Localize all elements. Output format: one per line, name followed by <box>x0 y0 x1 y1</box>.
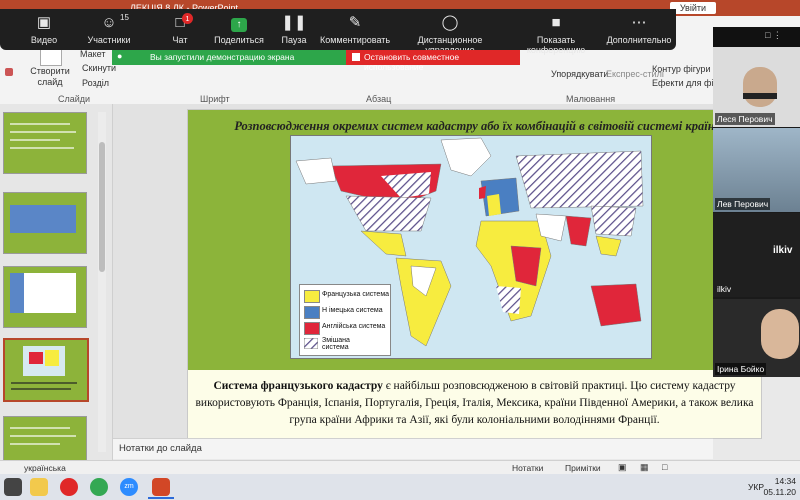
group-slides-label: Слайди <box>58 94 91 104</box>
keyboard-language[interactable]: УКР <box>748 482 764 492</box>
chat-button[interactable]: □ 1 Чат <box>160 11 200 45</box>
participant-face <box>743 67 777 107</box>
remote-control-button[interactable]: ◯ Дистанционное управление <box>394 11 506 55</box>
participants-button[interactable]: ☺ 15 Участники <box>84 11 134 45</box>
show-meeting-button[interactable]: ■ Показать конференцию <box>510 11 602 55</box>
world-map-image: Французька система Н імецька система Анг… <box>290 135 652 359</box>
map-legend: Французька система Н імецька система Анг… <box>299 284 391 356</box>
participants-video-panel: □ ⋮ Леся Перович Лев Перович ilkiv ilkiv… <box>713 27 800 377</box>
slide-thumbnail[interactable] <box>3 266 87 328</box>
layout-button[interactable]: Макет <box>80 49 105 59</box>
glasses <box>743 93 777 99</box>
slide-thumbnail-selected[interactable] <box>3 338 89 402</box>
view-reading-icon[interactable]: □ <box>662 462 667 472</box>
powerpoint-app-icon[interactable] <box>152 478 170 496</box>
stop-square-icon <box>352 53 360 61</box>
system-clock[interactable]: 14:34 05.11.20 <box>764 476 796 498</box>
slide-body-text: Система французького кадастру є найбільш… <box>188 378 761 429</box>
zoom-app-icon[interactable]: zm <box>120 478 138 496</box>
slide-green-panel: Розповсюдження окремих систем кадастру а… <box>188 110 761 370</box>
body-bold-phrase: Система французького кадастру <box>213 380 383 392</box>
language-indicator[interactable]: українська <box>24 463 66 473</box>
slide-thumbnail[interactable] <box>3 192 87 254</box>
participant-name: Лев Перович <box>715 198 771 210</box>
share-screen-icon: ↑ <box>210 11 268 35</box>
pause-share-button[interactable]: ❚❚ Пауза <box>274 11 314 45</box>
search-icon[interactable] <box>4 478 22 496</box>
slide-thumbnail[interactable] <box>3 112 87 174</box>
panel-header: □ ⋮ <box>713 27 800 47</box>
remote-control-icon: ◯ <box>441 14 459 31</box>
sign-in-button[interactable]: Увійти <box>669 2 716 14</box>
group-font-label: Шрифт <box>200 94 230 104</box>
participant-tile[interactable]: Лев Перович <box>713 128 800 212</box>
windows-taskbar: zm УКР 14:34 05.11.20 <box>0 474 800 500</box>
more-button[interactable]: ⋯ Дополнительно <box>606 11 672 45</box>
paste-icon[interactable] <box>5 68 13 76</box>
participant-tile[interactable]: Леся Перович <box>713 47 800 127</box>
participant-name: Леся Перович <box>715 113 775 125</box>
chat-icon: □ <box>175 14 185 31</box>
reset-button[interactable]: Скинути <box>82 63 116 73</box>
show-meeting-icon: ■ <box>551 14 561 31</box>
slide-title: Розповсюдження окремих систем кадастру а… <box>234 119 715 133</box>
file-explorer-icon[interactable] <box>30 478 48 496</box>
comments-toggle[interactable]: Примітки <box>565 463 601 473</box>
participant-big-name: ilkiv <box>773 245 793 256</box>
chat-unread-badge: 1 <box>182 13 193 24</box>
notes-placeholder: Нотатки до слайда <box>119 443 202 454</box>
arrange-button[interactable]: Упорядкувати <box>551 69 608 79</box>
participant-face <box>761 309 799 359</box>
participant-tile[interactable]: ilkiv ilkiv <box>713 213 800 297</box>
annotate-pen-icon: ✎ <box>348 14 362 31</box>
sharing-notice: Вы запустили демонстрацию экрана ● <box>112 50 346 65</box>
zoom-meeting-toolbar: ▣ Видео ☺ 15 Участники □ 1 Чат ↑ Поделит… <box>0 9 676 55</box>
view-normal-icon[interactable]: ▣ <box>618 462 627 473</box>
notes-toggle[interactable]: Нотатки <box>512 463 543 473</box>
stop-share-button[interactable]: Остановить совместное использование <box>346 50 520 72</box>
group-drawing-label: Малювання <box>566 94 616 104</box>
active-app-indicator <box>148 497 174 499</box>
sharing-shield-icon: ● <box>117 51 123 61</box>
more-icon: ⋯ <box>631 14 647 31</box>
annotate-button[interactable]: ✎ Комментировать <box>320 11 390 45</box>
chrome-icon[interactable] <box>90 478 108 496</box>
video-button[interactable]: ▣ Видео <box>24 11 64 45</box>
section-button[interactable]: Розділ <box>82 78 109 88</box>
pause-icon: ❚❚ <box>281 14 307 31</box>
share-status-strip: Вы запустили демонстрацию экрана ● Остан… <box>112 50 520 72</box>
new-slide-button[interactable]: Створити слайд <box>30 66 70 88</box>
video-camera-icon: ▣ <box>36 14 52 31</box>
slide-thumbnails-pane <box>0 104 113 478</box>
participant-name: Ірина Бойко <box>715 363 767 375</box>
participant-name: ilkiv <box>717 284 732 294</box>
notes-pane[interactable]: Нотатки до слайда <box>113 438 713 459</box>
view-sorter-icon[interactable]: ▦ <box>640 462 649 473</box>
opera-icon[interactable] <box>60 478 78 496</box>
share-screen-button[interactable]: ↑ Поделиться <box>210 11 268 45</box>
current-slide[interactable]: Розповсюдження окремих систем кадастру а… <box>187 109 762 439</box>
participants-count: 15 <box>120 13 129 22</box>
group-paragraph-label: Абзац <box>366 94 392 104</box>
shape-outline-button[interactable]: Контур фігури <box>652 64 710 74</box>
thumbnails-scrollbar[interactable] <box>98 112 106 452</box>
participant-tile[interactable]: Ірина Бойко <box>713 299 800 377</box>
panel-view-controls-icon[interactable]: □ ⋮ <box>765 30 782 41</box>
powerpoint-status-bar: українська Нотатки Примітки ▣ ▦ □ <box>0 460 800 475</box>
